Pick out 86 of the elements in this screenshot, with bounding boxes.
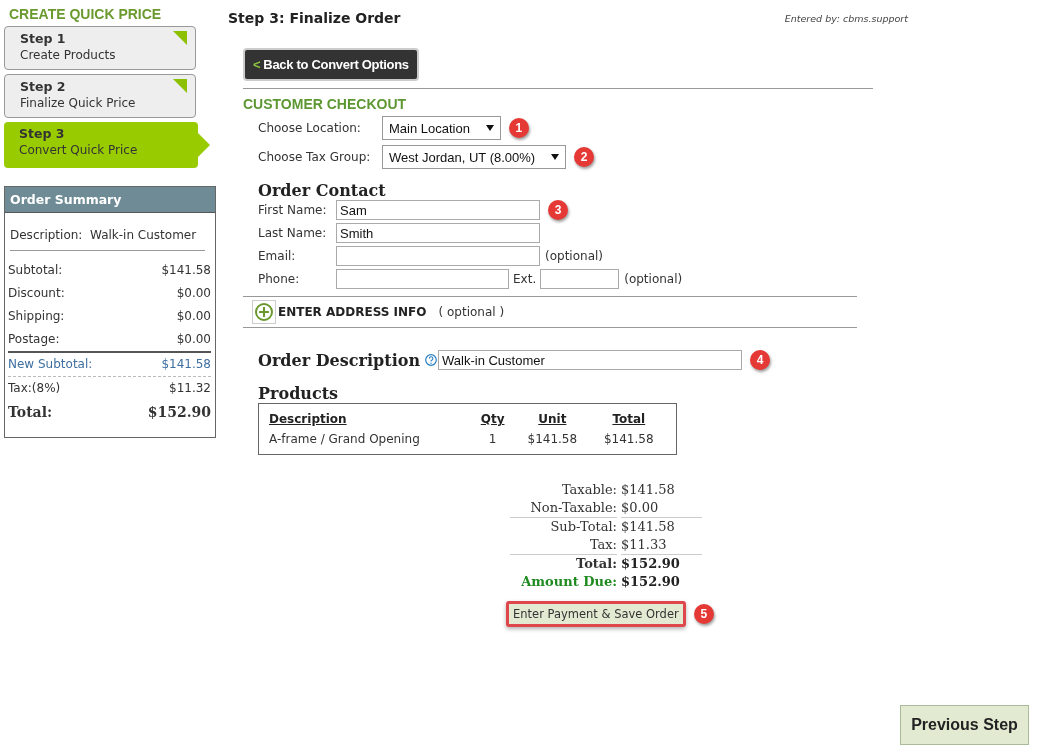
- step-callout: 5: [693, 604, 714, 624]
- summary-label: Shipping:: [8, 309, 65, 323]
- page-title: Step 3: Finalize Order: [228, 10, 401, 26]
- field-label: First Name:: [258, 203, 328, 217]
- table-cell-text: A-frame / Grand Opening: [268, 431, 421, 448]
- entered-by: Entered by: cbms.support: [784, 12, 908, 24]
- field-label: Phone:: [258, 272, 301, 286]
- section-title: CUSTOMER CHECKOUT: [243, 96, 408, 112]
- total-value: $141.58: [621, 517, 702, 536]
- dropdown-caret-icon: [485, 125, 494, 131]
- summary-value: $11.32: [169, 381, 211, 395]
- summary-label: Discount:: [8, 286, 65, 300]
- table-cell-text: $141.58: [602, 431, 655, 448]
- field-label: Choose Location:: [258, 121, 362, 135]
- dropdown[interactable]: West Jordan, UT (8.00%): [382, 145, 567, 169]
- optional-note: (optional): [545, 249, 603, 263]
- input-field[interactable]: [336, 246, 540, 266]
- optional-note: ( optional ): [438, 305, 505, 319]
- optional-note: (optional): [624, 272, 683, 286]
- summary-label: Postage:: [8, 332, 60, 346]
- plus-icon[interactable]: [252, 300, 276, 324]
- column-header: Total: [611, 411, 647, 428]
- input-field[interactable]: [540, 269, 620, 289]
- summary-title: Order Summary: [5, 187, 215, 213]
- description-heading: Order Description: [258, 350, 420, 370]
- summary-label: Total:: [8, 404, 53, 420]
- total-label: Non-Taxable:: [529, 499, 617, 517]
- step-name: Convert Quick Price: [19, 143, 138, 157]
- summary-value: $0.00: [176, 332, 211, 346]
- total-value: $141.58: [621, 481, 676, 499]
- step-callout: 1: [508, 118, 529, 138]
- field-label: Last Name:: [258, 226, 328, 240]
- summary-value: $0.00: [176, 286, 211, 300]
- step-name: Create Products: [20, 48, 116, 62]
- summary-value: $152.90: [147, 404, 211, 420]
- input-field[interactable]: Smith: [336, 223, 540, 243]
- dropdown-caret-icon: [551, 154, 560, 160]
- step-name: Finalize Quick Price: [20, 96, 136, 110]
- ext-label: Ext.: [513, 272, 537, 286]
- field-label: Choose Tax Group:: [258, 150, 372, 164]
- total-value: $11.33: [621, 536, 668, 554]
- back-button[interactable]: < Back to Convert Options: [243, 48, 419, 81]
- total-label: Tax:: [588, 536, 617, 554]
- step-number: Step 1: [20, 31, 66, 46]
- address-toggle[interactable]: ENTER ADDRESS INFO: [278, 305, 427, 319]
- table-cell-text: $141.58: [526, 431, 579, 448]
- dropdown[interactable]: Main Location: [382, 116, 501, 140]
- summary-description: Description: Walk-in Customer: [10, 228, 205, 251]
- corner-triangle-icon: [173, 31, 187, 45]
- total-label: Amount Due:: [520, 573, 617, 591]
- summary-label: Tax:(8%): [8, 381, 61, 395]
- total-label: Total:: [510, 554, 617, 573]
- summary-value: $141.58: [161, 357, 211, 371]
- step-number: Step 3: [19, 126, 65, 141]
- summary-value: $141.58: [161, 263, 211, 277]
- step-callout: 4: [750, 350, 770, 370]
- input-field[interactable]: Sam: [336, 200, 540, 220]
- step-tab[interactable]: Step 2 Finalize Quick Price: [4, 74, 196, 118]
- summary-label: New Subtotal:: [8, 357, 93, 371]
- products-heading: Products: [258, 384, 340, 403]
- column-header: Unit: [537, 411, 568, 428]
- pointer-arrow-icon: [198, 133, 210, 157]
- column-header: Description: [268, 411, 348, 428]
- save-order-button[interactable]: Enter Payment & Save Order: [506, 601, 686, 627]
- table-cell-text: 1: [487, 431, 498, 448]
- input-field[interactable]: Walk-in Customer: [438, 350, 742, 370]
- step-tab[interactable]: Step 1 Create Products: [4, 26, 196, 70]
- input-field[interactable]: [336, 269, 509, 289]
- column-header: Qty: [479, 411, 506, 428]
- total-value: $152.90: [621, 573, 681, 591]
- contact-heading: Order Contact: [258, 181, 387, 200]
- total-value: $0.00: [621, 499, 660, 517]
- total-label: Taxable:: [560, 481, 617, 499]
- step-callout: 2: [574, 147, 595, 167]
- field-label: Email:: [258, 249, 297, 263]
- total-value: $152.90: [621, 554, 702, 573]
- sidebar-title: CREATE QUICK PRICE: [9, 6, 163, 22]
- previous-step-button[interactable]: Previous Step: [900, 705, 1029, 745]
- summary-value: $0.00: [176, 309, 211, 323]
- total-label: Sub-Total:: [510, 517, 617, 536]
- step-number: Step 2: [20, 79, 66, 94]
- summary-label: Subtotal:: [8, 263, 63, 277]
- corner-triangle-icon: [173, 79, 187, 93]
- help-icon[interactable]: [425, 354, 437, 366]
- step-callout: 3: [548, 200, 568, 220]
- step-tab[interactable]: Step 3 Convert Quick Price: [4, 122, 198, 168]
